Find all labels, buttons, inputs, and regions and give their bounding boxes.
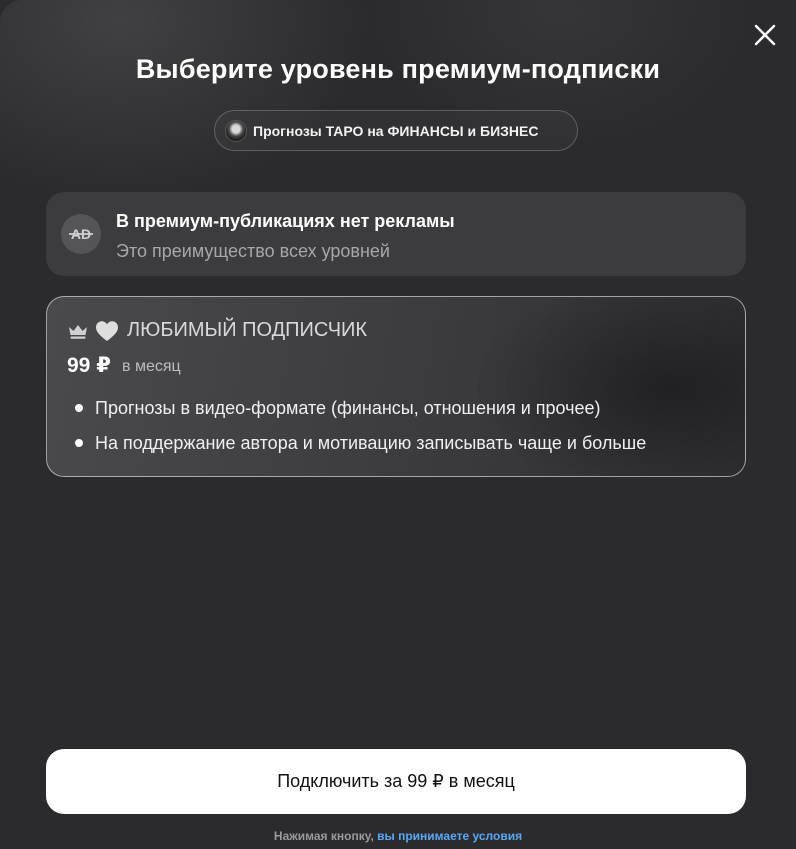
- tier-card[interactable]: ЛЮБИМЫЙ ПОДПИСЧИК 99 ₽ в месяц Прогнозы …: [46, 296, 746, 477]
- avatar: [225, 119, 247, 142]
- close-button[interactable]: [748, 18, 782, 52]
- terms-note: Нажимая кнопку, вы принимаете условия: [0, 829, 796, 843]
- author-name: Прогнозы ТАРО на ФИНАНСЫ и БИЗНЕС: [253, 122, 539, 139]
- benefit-item: На поддержание автора и мотивацию записы…: [73, 432, 646, 467]
- crown-icon: [69, 325, 87, 339]
- no-ads-card: AD В премиум-публикациях нет рекламы Это…: [46, 192, 746, 276]
- no-ads-subtitle: Это преимущество всех уровней: [116, 241, 390, 261]
- subscribe-button[interactable]: Подключить за 99 ₽ в месяц: [46, 749, 746, 814]
- subscription-modal: Выберите уровень премиум-подписки Прогно…: [0, 0, 796, 849]
- close-icon[interactable]: [754, 24, 776, 46]
- tier-period: в месяц: [122, 358, 181, 375]
- benefit-item: Прогнозы в видео-формате (финансы, отнош…: [73, 397, 646, 432]
- tier-price: 99 ₽: [67, 354, 111, 377]
- tier-name: ЛЮБИМЫЙ ПОДПИСЧИК: [127, 319, 368, 341]
- no-ads-icon: AD: [61, 214, 101, 254]
- tier-icons: [67, 320, 119, 342]
- heart-icon: [96, 321, 118, 341]
- tier-benefits: Прогнозы в видео-формате (финансы, отнош…: [73, 397, 646, 467]
- terms-prefix: Нажимая кнопку,: [273, 829, 378, 843]
- terms-link[interactable]: вы принимаете условия: [377, 829, 522, 843]
- no-ads-title: В премиум-публикациях нет рекламы: [116, 211, 455, 231]
- modal-title: Выберите уровень премиум-подписки: [135, 54, 661, 84]
- author-chip[interactable]: Прогнозы ТАРО на ФИНАНСЫ и БИЗНЕС: [214, 110, 578, 151]
